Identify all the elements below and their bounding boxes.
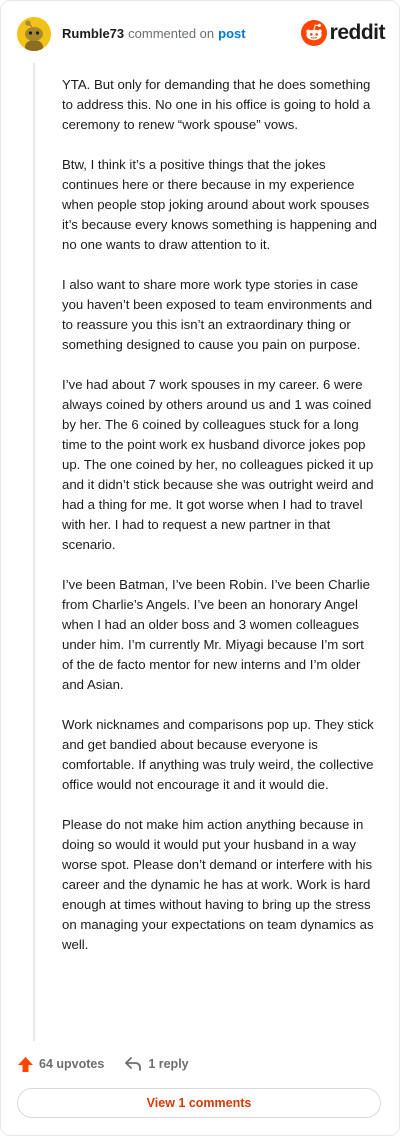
username[interactable]: Rumble73 (62, 26, 124, 41)
comment-paragraph: YTA. But only for demanding that he does… (62, 77, 371, 132)
comment-paragraph: Please do not make him action anything b… (62, 817, 374, 952)
reply-arrow-icon (125, 1057, 142, 1071)
commented-on-text: commented on (128, 26, 215, 41)
comment-meta: Rumble73 commented on post (62, 26, 246, 42)
comment-actions: 64 upvotes 1 reply (17, 1053, 189, 1075)
comment-paragraph: Work nicknames and comparisons pop up. T… (62, 717, 374, 792)
reply-button[interactable]: 1 reply (124, 1056, 189, 1072)
upvote-count: 64 upvotes (39, 1057, 105, 1071)
comment-body: YTA. But only for demanding that he does… (62, 75, 377, 975)
view-comments-button[interactable]: View 1 comments (17, 1088, 381, 1118)
reddit-logo-icon (300, 20, 327, 46)
snoo-avatar-icon[interactable] (17, 17, 51, 51)
reply-count: 1 reply (148, 1057, 189, 1071)
upvote-arrow-icon (18, 1056, 33, 1072)
comment-paragraph: I also want to share more work type stor… (62, 277, 373, 352)
brand-logo[interactable]: reddit (300, 19, 386, 47)
upvote-button[interactable]: 64 upvotes (17, 1056, 104, 1073)
post-link[interactable]: post (218, 26, 245, 41)
comment-header: Rumble73 commented on post reddit (17, 17, 386, 51)
comment-paragraph: I’ve been Batman, I’ve been Robin. I’ve … (62, 577, 370, 692)
comment-card: Rumble73 commented on post reddit YTA. But… (0, 0, 400, 1136)
comment-paragraph: I’ve had about 7 work spouses in my care… (62, 377, 374, 552)
brand-wordmark: reddit (329, 21, 386, 44)
thread-line[interactable] (33, 63, 35, 1041)
comment-paragraph: Btw, I think it’s a positive things that… (62, 157, 377, 252)
